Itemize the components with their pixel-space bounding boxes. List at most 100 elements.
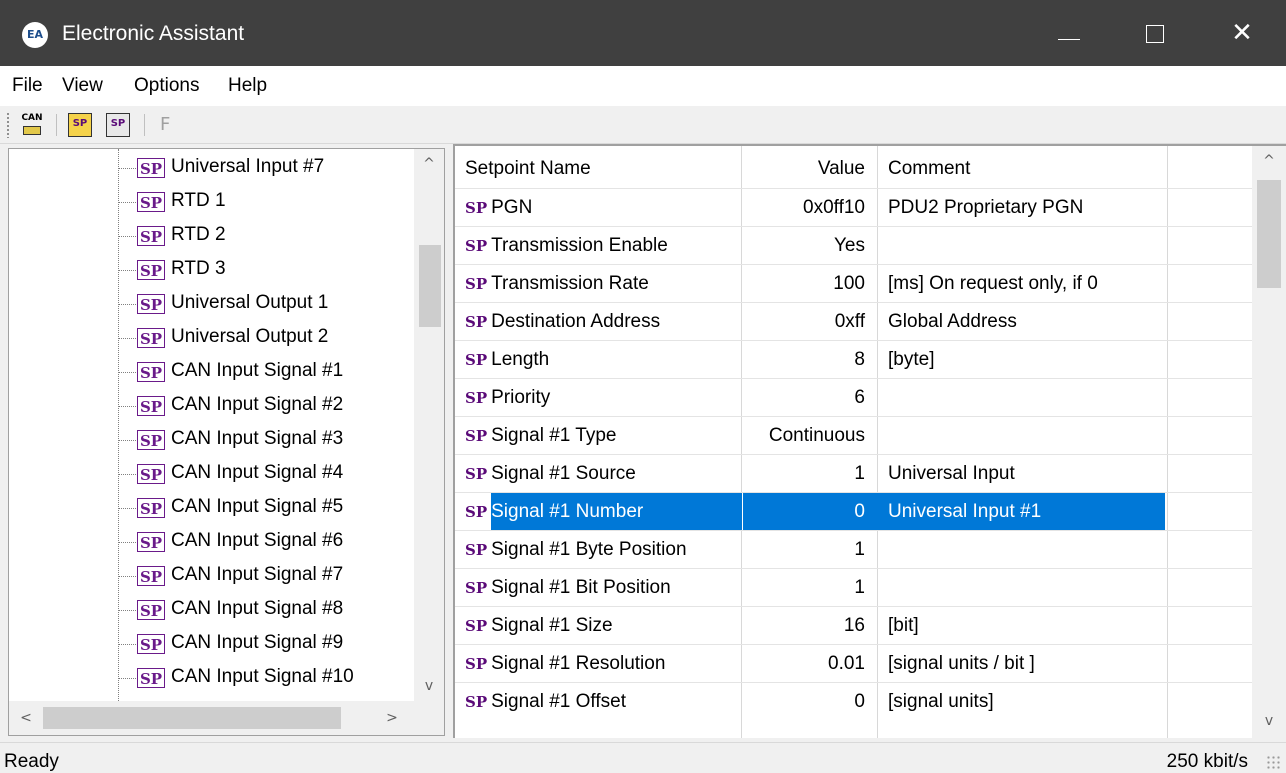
tree-item[interactable]: SP Universal Input #7: [9, 151, 414, 185]
setpoint-value[interactable]: Continuous: [741, 417, 869, 455]
tree-item[interactable]: SP CAN Input Signal #7: [9, 559, 414, 593]
tree-item[interactable]: SP CAN Input Signal #5: [9, 491, 414, 525]
menu-options[interactable]: Options: [134, 75, 199, 97]
setpoint-row[interactable]: SP Signal #1 Byte Position 1: [455, 530, 1255, 568]
setpoint-row[interactable]: SP Signal #1 Number 0 Universal Input #1: [455, 492, 1255, 530]
tree-hscroll-thumb[interactable]: [43, 707, 341, 729]
setpoint-row[interactable]: SP Transmission Enable Yes: [455, 226, 1255, 264]
setpoint-value[interactable]: 8: [741, 341, 869, 379]
tree-connector: [118, 338, 136, 339]
menu-help[interactable]: Help: [228, 75, 267, 97]
computer-icon: [23, 126, 41, 135]
setpoint-row[interactable]: SP Signal #1 Source 1 Universal Input: [455, 454, 1255, 492]
tree-connector: [118, 474, 136, 475]
setpoint-value[interactable]: 16: [741, 607, 869, 645]
setpoint-value[interactable]: 100: [741, 265, 869, 303]
setpoint-icon: SP: [465, 617, 488, 635]
menu-view[interactable]: View: [62, 75, 103, 97]
setpoint-value[interactable]: 0: [741, 683, 869, 721]
setpoint-row[interactable]: SP Priority 6: [455, 378, 1255, 416]
tree-item[interactable]: SP RTD 3: [9, 253, 414, 287]
grid-vertical-scrollbar[interactable]: ^ v: [1252, 146, 1286, 738]
setpoint-comment: [885, 379, 1165, 417]
setpoint-name-cell: SP Signal #1 Number: [465, 493, 739, 531]
setpoint-row[interactable]: SP Signal #1 Size 16 [bit]: [455, 606, 1255, 644]
tree-scroll-thumb[interactable]: [419, 245, 441, 327]
setpoint-name-cell: SP Transmission Enable: [465, 227, 739, 265]
resize-grip-icon[interactable]: [1266, 755, 1280, 769]
setpoint-name: Signal #1 Offset: [491, 691, 626, 712]
setpoint-row[interactable]: SP PGN 0x0ff10 PDU2 Proprietary PGN: [455, 188, 1255, 226]
tree-connector: [118, 542, 136, 543]
tree-item[interactable]: SP RTD 1: [9, 185, 414, 219]
setpoint-row[interactable]: SP Transmission Rate 100 [ms] On request on…: [455, 264, 1255, 302]
setpoint-comment: Universal Input: [888, 463, 1015, 484]
setpoint-row[interactable]: SP Destination Address 0xff Global Address: [455, 302, 1255, 340]
tree-item[interactable]: SP CAN Input Signal #8: [9, 593, 414, 627]
tree-item[interactable]: SP CAN Input Signal #6: [9, 525, 414, 559]
setpoint-row[interactable]: SP Signal #1 Resolution 0.01 [signal units …: [455, 644, 1255, 682]
tree-item[interactable]: SP Universal Output 2: [9, 321, 414, 355]
setpoint-grid[interactable]: Setpoint Name Value Comment SP PGN 0x0ff10…: [453, 144, 1286, 738]
toolbar-separator: [144, 114, 145, 136]
setpoint-row[interactable]: SP Signal #1 Bit Position 1: [455, 568, 1255, 606]
header-value[interactable]: Value: [741, 146, 869, 188]
setpoint-row[interactable]: SP Signal #1 Offset 0 [signal units]: [455, 682, 1255, 720]
header-setpoint-name[interactable]: Setpoint Name: [465, 146, 739, 188]
setpoint-icon: SP: [465, 579, 488, 597]
setpoint-row[interactable]: SP Signal #1 Type Continuous: [455, 416, 1255, 454]
tree-item[interactable]: SP CAN Input Signal #3: [9, 423, 414, 457]
setpoint-icon: SP: [465, 351, 488, 369]
tree-item[interactable]: SP CAN Input Signal #10: [9, 661, 414, 695]
can-icon: CAN: [21, 113, 43, 123]
tree-item[interactable]: SP Universal Output 1: [9, 287, 414, 321]
tree-item[interactable]: SP RTD 2: [9, 219, 414, 253]
tree-item-label: CAN Input Signal #7: [171, 564, 344, 585]
setpoint-save-icon: SP: [110, 118, 126, 129]
tree-item[interactable]: SP CAN Input Signal #1: [9, 355, 414, 389]
tree-item-label: Universal Output 2: [171, 326, 329, 347]
menu-file[interactable]: File: [12, 75, 43, 97]
tree-vertical-scrollbar[interactable]: ^ v: [414, 149, 444, 701]
tree-item[interactable]: SP CAN Input Signal #2: [9, 389, 414, 423]
setpoint-value[interactable]: 0xff: [741, 303, 869, 341]
scroll-up-icon[interactable]: ^: [1254, 146, 1284, 176]
setpoint-value[interactable]: 1: [741, 455, 869, 493]
setpoint-value[interactable]: 0.01: [741, 645, 869, 683]
read-setpoints-button[interactable]: SP: [68, 113, 92, 137]
setpoint-tree[interactable]: SP Universal Input #7 SP RTD 1 SP RTD 2 SP RTD …: [8, 148, 445, 736]
setpoint-value[interactable]: Yes: [741, 227, 869, 265]
scroll-left-icon[interactable]: <: [11, 703, 41, 733]
flash-button[interactable]: F: [160, 114, 170, 135]
tree-item[interactable]: SP CAN Input Signal #9: [9, 627, 414, 661]
tree-item-label: CAN Input Signal #2: [171, 394, 344, 415]
setpoint-comment: [byte]: [888, 349, 935, 370]
toolbar-grip-icon[interactable]: [6, 112, 10, 138]
scroll-right-icon[interactable]: >: [377, 703, 407, 733]
scroll-down-icon[interactable]: v: [414, 671, 444, 701]
setpoint-value[interactable]: 0: [741, 493, 869, 531]
grid-scroll-thumb[interactable]: [1257, 180, 1281, 288]
app-icon: EA: [22, 22, 48, 48]
tree-horizontal-scrollbar[interactable]: < >: [9, 701, 414, 735]
scroll-down-icon[interactable]: v: [1254, 706, 1284, 736]
setpoint-value[interactable]: 0x0ff10: [741, 189, 869, 227]
setpoint-row[interactable]: SP Length 8 [byte]: [455, 340, 1255, 378]
tree-item[interactable]: SP CAN Input Signal #4: [9, 457, 414, 491]
maximize-button[interactable]: [1112, 0, 1200, 66]
setpoint-name: Signal #1 Source: [491, 463, 636, 484]
can-connect-button[interactable]: CAN: [20, 113, 44, 137]
minimize-button[interactable]: [1026, 0, 1114, 66]
header-comment[interactable]: Comment: [885, 146, 1165, 188]
close-button[interactable]: ✕: [1198, 0, 1286, 66]
close-icon: ✕: [1231, 18, 1253, 48]
setpoint-value[interactable]: 1: [741, 531, 869, 569]
save-setpoints-button[interactable]: SP: [106, 113, 130, 137]
setpoint-comment: [signal units]: [888, 691, 994, 712]
setpoint-icon: SP: [137, 566, 165, 586]
setpoint-value[interactable]: 6: [741, 379, 869, 417]
setpoint-icon: SP: [137, 634, 165, 654]
setpoint-value[interactable]: 1: [741, 569, 869, 607]
setpoint-name: PGN: [491, 197, 533, 218]
scroll-up-icon[interactable]: ^: [414, 149, 444, 179]
